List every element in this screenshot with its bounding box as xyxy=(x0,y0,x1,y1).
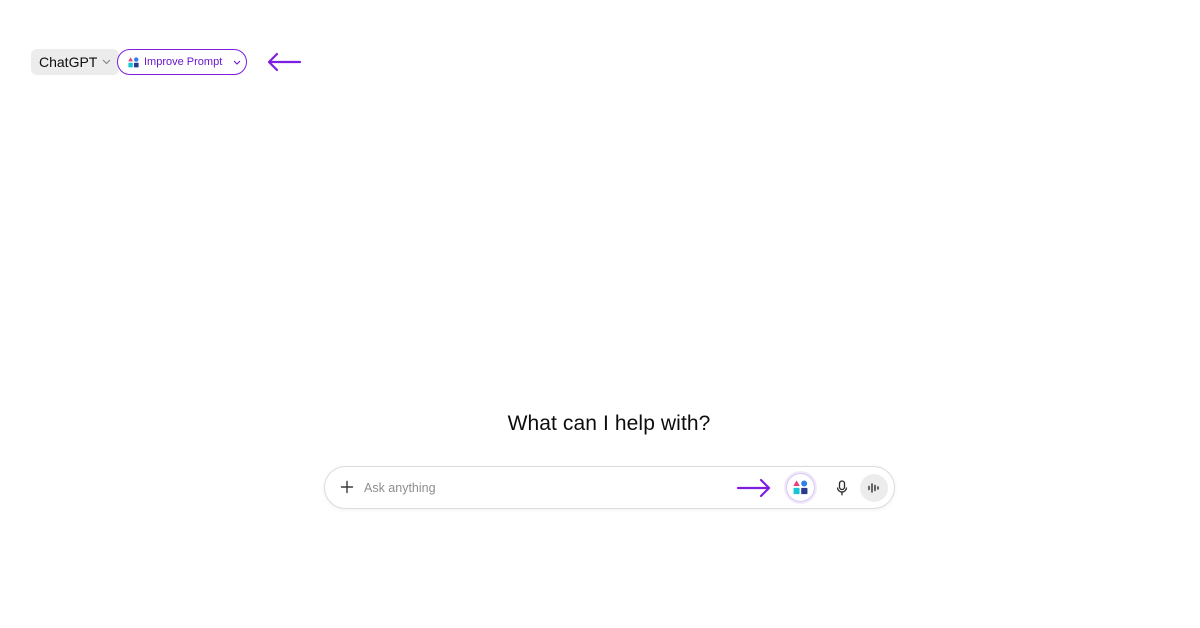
improve-prompt-label: Improve Prompt xyxy=(144,56,223,68)
microphone-icon[interactable] xyxy=(834,479,850,497)
improve-prompt-logo-icon xyxy=(793,480,808,495)
plus-icon[interactable] xyxy=(339,479,355,495)
chevron-down-icon xyxy=(233,58,241,66)
arrow-left-icon xyxy=(266,52,302,72)
arrow-right-icon xyxy=(736,478,772,498)
model-switcher-button[interactable]: ChatGPT xyxy=(31,49,120,75)
improve-prompt-button[interactable]: Improve Prompt xyxy=(117,49,247,75)
chat-page: ChatGPT Improve Prompt What can I help w… xyxy=(0,0,1200,628)
model-switcher-label: ChatGPT xyxy=(39,54,98,70)
prompt-composer xyxy=(324,466,895,509)
voice-mode-button[interactable] xyxy=(860,474,888,502)
prompt-input[interactable] xyxy=(364,478,714,498)
improve-prompt-fab[interactable] xyxy=(786,473,815,502)
voice-waveform-icon xyxy=(868,483,879,493)
chevron-down-icon xyxy=(101,57,111,67)
page-title: What can I help with? xyxy=(507,412,711,435)
improve-prompt-logo-icon xyxy=(128,56,139,68)
